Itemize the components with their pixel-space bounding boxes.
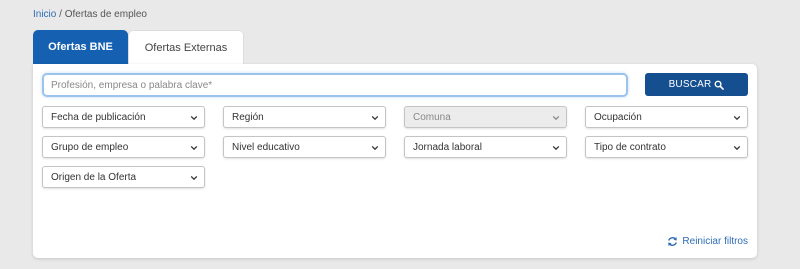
filter-region-select[interactable]: Región: [223, 106, 386, 128]
search-input[interactable]: [42, 73, 628, 97]
filter-label: Nivel educativo: [232, 141, 300, 153]
filter-nivel-educativo-select[interactable]: Nivel educativo: [223, 136, 386, 158]
filter-jornada-laboral-select[interactable]: Jornada laboral: [404, 136, 567, 158]
filter-tipo-de-contrato-select[interactable]: Tipo de contrato: [585, 136, 748, 158]
tab-bar: Ofertas BNE Ofertas Externas: [33, 30, 244, 64]
tab-ofertas-externas[interactable]: Ofertas Externas: [128, 30, 244, 64]
chevron-down-icon: [552, 115, 560, 121]
search-button-label: BUSCAR: [668, 79, 712, 90]
filter-label: Ocupación: [594, 111, 642, 123]
tab-ofertas-bne[interactable]: Ofertas BNE: [33, 30, 128, 64]
chevron-down-icon: [733, 145, 741, 151]
chevron-down-icon: [190, 115, 198, 121]
search-button[interactable]: BUSCAR: [645, 73, 748, 96]
reset-filters-label: Reiniciar filtros: [682, 236, 748, 247]
refresh-icon: [668, 237, 678, 246]
filter-label: Fecha de publicación: [51, 111, 146, 123]
filter-ocupacion-select[interactable]: Ocupación: [585, 106, 748, 128]
filter-origen-de-la-oferta-select[interactable]: Origen de la Oferta: [42, 166, 205, 188]
breadcrumb: Inicio / Ofertas de empleo: [33, 9, 147, 20]
filter-label: Tipo de contrato: [594, 141, 666, 153]
filter-comuna-select: Comuna: [404, 106, 567, 128]
filter-fecha-de-publicacion-select[interactable]: Fecha de publicación: [42, 106, 205, 128]
chevron-down-icon: [371, 115, 379, 121]
breadcrumb-separator: /: [59, 9, 62, 20]
filter-label: Grupo de empleo: [51, 141, 129, 153]
chevron-down-icon: [371, 145, 379, 151]
filter-label: Jornada laboral: [413, 141, 482, 153]
filter-label: Comuna: [413, 111, 451, 123]
filter-label: Región: [232, 111, 264, 123]
chevron-down-icon: [733, 115, 741, 121]
filter-grupo-de-empleo-select[interactable]: Grupo de empleo: [42, 136, 205, 158]
reset-filters-button[interactable]: Reiniciar filtros: [667, 236, 748, 247]
chevron-down-icon: [190, 145, 198, 151]
search-panel: BUSCAR Fecha de publicación Región Comuna O…: [33, 64, 757, 258]
search-icon: [715, 80, 725, 90]
chevron-down-icon: [552, 145, 560, 151]
breadcrumb-home-link[interactable]: Inicio: [33, 9, 56, 20]
filter-label: Origen de la Oferta: [51, 171, 137, 183]
chevron-down-icon: [190, 175, 198, 181]
breadcrumb-current: Ofertas de empleo: [64, 9, 147, 20]
